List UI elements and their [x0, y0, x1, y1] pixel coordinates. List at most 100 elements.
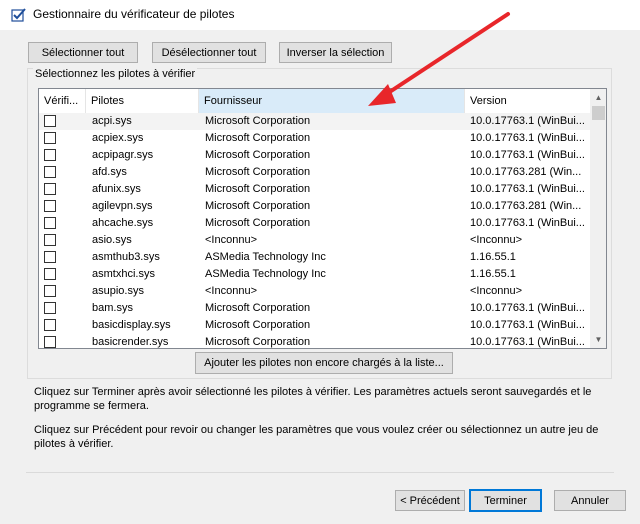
- verify-cell: [39, 130, 86, 147]
- finish-button[interactable]: Terminer: [469, 489, 542, 512]
- version-cell: 10.0.17763.1 (WinBui...: [470, 115, 585, 127]
- list-header: Vérifi... Pilotes Fournisseur Version: [39, 89, 590, 114]
- verify-checkbox[interactable]: [44, 319, 56, 331]
- table-row[interactable]: afunix.sys Microsoft Corporation 10.0.1776…: [39, 181, 590, 198]
- window-title: Gestionnaire du vérificateur de pilotes: [33, 7, 235, 21]
- verify-checkbox[interactable]: [44, 302, 56, 314]
- vendor-cell: ASMedia Technology Inc: [205, 268, 326, 280]
- verify-cell: [39, 317, 86, 334]
- driver-name-cell: basicrender.sys: [92, 336, 169, 348]
- driver-name-cell: basicdisplay.sys: [92, 319, 171, 331]
- vendor-cell: Microsoft Corporation: [205, 115, 311, 127]
- driver-name-cell: ahcache.sys: [92, 217, 154, 229]
- verify-checkbox[interactable]: [44, 115, 56, 127]
- cancel-button[interactable]: Annuler: [554, 490, 626, 511]
- driver-name-cell: asmtxhci.sys: [92, 268, 155, 280]
- driver-name-cell: afd.sys: [92, 166, 127, 178]
- vertical-scrollbar[interactable]: ▲ ▼: [590, 89, 606, 348]
- version-cell: 10.0.17763.1 (WinBui...: [470, 319, 585, 331]
- vendor-cell: Microsoft Corporation: [205, 200, 311, 212]
- version-cell: 10.0.17763.1 (WinBui...: [470, 149, 585, 161]
- driver-verifier-icon: [11, 8, 26, 22]
- vendor-cell: Microsoft Corporation: [205, 336, 311, 348]
- verify-cell: [39, 181, 86, 198]
- version-cell: 10.0.17763.1 (WinBui...: [470, 183, 585, 195]
- verify-checkbox[interactable]: [44, 200, 56, 212]
- table-row[interactable]: asmtxhci.sys ASMedia Technology Inc 1.16.5…: [39, 266, 590, 283]
- vendor-cell: ASMedia Technology Inc: [205, 251, 326, 263]
- table-row[interactable]: bam.sys Microsoft Corporation 10.0.17763.1…: [39, 300, 590, 317]
- list-rows: acpi.sys Microsoft Corporation 10.0.17763.…: [39, 113, 590, 348]
- footer-divider: [26, 472, 614, 473]
- table-row[interactable]: asupio.sys <Inconnu> <Inconnu>: [39, 283, 590, 300]
- version-cell: 10.0.17763.1 (WinBui...: [470, 302, 585, 314]
- scroll-up-icon[interactable]: ▲: [590, 89, 606, 106]
- vendor-cell: <Inconnu>: [205, 285, 257, 297]
- driver-name-cell: agilevpn.sys: [92, 200, 153, 212]
- verify-checkbox[interactable]: [44, 132, 56, 144]
- verify-checkbox[interactable]: [44, 166, 56, 178]
- previous-button[interactable]: < Précédent: [395, 490, 465, 511]
- driver-list[interactable]: Vérifi... Pilotes Fournisseur Version ac…: [38, 88, 607, 349]
- version-cell: 10.0.17763.1 (WinBui...: [470, 132, 585, 144]
- driver-name-cell: asupio.sys: [92, 285, 144, 297]
- verify-checkbox[interactable]: [44, 251, 56, 263]
- table-row[interactable]: agilevpn.sys Microsoft Corporation 10.0.17…: [39, 198, 590, 215]
- verify-cell: [39, 300, 86, 317]
- column-header-verify[interactable]: Vérifi...: [39, 89, 86, 113]
- column-header-drivers[interactable]: Pilotes: [86, 89, 199, 113]
- version-cell: 1.16.55.1: [470, 268, 516, 280]
- version-cell: 10.0.17763.1 (WinBui...: [470, 336, 585, 348]
- previous-instructions: Cliquez sur Précédent pour revoir ou cha…: [34, 424, 599, 450]
- vendor-cell: Microsoft Corporation: [205, 166, 311, 178]
- verify-cell: [39, 334, 86, 348]
- verify-checkbox[interactable]: [44, 183, 56, 195]
- verify-cell: [39, 113, 86, 130]
- verify-checkbox[interactable]: [44, 336, 56, 348]
- verify-cell: [39, 147, 86, 164]
- table-row[interactable]: ahcache.sys Microsoft Corporation 10.0.177…: [39, 215, 590, 232]
- table-row[interactable]: basicdisplay.sys Microsoft Corporation 10.…: [39, 317, 590, 334]
- driver-name-cell: acpipagr.sys: [92, 149, 154, 161]
- driver-name-cell: acpiex.sys: [92, 132, 144, 144]
- table-row[interactable]: acpipagr.sys Microsoft Corporation 10.0.17…: [39, 147, 590, 164]
- vendor-cell: Microsoft Corporation: [205, 132, 311, 144]
- verify-checkbox[interactable]: [44, 149, 56, 161]
- version-cell: <Inconnu>: [470, 234, 522, 246]
- table-row[interactable]: asmthub3.sys ASMedia Technology Inc 1.16.5…: [39, 249, 590, 266]
- verify-cell: [39, 164, 86, 181]
- verify-checkbox[interactable]: [44, 217, 56, 229]
- invert-selection-button[interactable]: Inverser la sélection: [279, 42, 392, 63]
- table-row[interactable]: acpi.sys Microsoft Corporation 10.0.17763.…: [39, 113, 590, 130]
- scroll-down-icon[interactable]: ▼: [590, 331, 606, 348]
- driver-name-cell: acpi.sys: [92, 115, 132, 127]
- verify-checkbox[interactable]: [44, 234, 56, 246]
- table-row[interactable]: acpiex.sys Microsoft Corporation 10.0.1776…: [39, 130, 590, 147]
- version-cell: 10.0.17763.281 (Win...: [470, 200, 582, 212]
- table-row[interactable]: basicrender.sys Microsoft Corporation 10.0…: [39, 334, 590, 348]
- deselect-all-button[interactable]: Désélectionner tout: [152, 42, 266, 63]
- scroll-thumb[interactable]: [592, 106, 605, 120]
- verify-cell: [39, 232, 86, 249]
- column-header-version[interactable]: Version: [465, 89, 590, 113]
- version-cell: 10.0.17763.281 (Win...: [470, 166, 582, 178]
- version-cell: 1.16.55.1: [470, 251, 516, 263]
- driver-name-cell: asio.sys: [92, 234, 132, 246]
- add-unloaded-drivers-button[interactable]: Ajouter les pilotes non encore chargés à…: [195, 352, 453, 374]
- vendor-cell: Microsoft Corporation: [205, 183, 311, 195]
- verify-cell: [39, 215, 86, 232]
- column-header-vendor[interactable]: Fournisseur: [199, 89, 465, 113]
- driver-name-cell: asmthub3.sys: [92, 251, 160, 263]
- driver-name-cell: afunix.sys: [92, 183, 141, 195]
- table-row[interactable]: asio.sys <Inconnu> <Inconnu>: [39, 232, 590, 249]
- verify-cell: [39, 266, 86, 283]
- version-cell: 10.0.17763.1 (WinBui...: [470, 217, 585, 229]
- verify-cell: [39, 198, 86, 215]
- vendor-cell: Microsoft Corporation: [205, 302, 311, 314]
- verify-checkbox[interactable]: [44, 285, 56, 297]
- table-row[interactable]: afd.sys Microsoft Corporation 10.0.17763.2…: [39, 164, 590, 181]
- verify-checkbox[interactable]: [44, 268, 56, 280]
- driver-name-cell: bam.sys: [92, 302, 133, 314]
- verify-cell: [39, 283, 86, 300]
- select-all-button[interactable]: Sélectionner tout: [28, 42, 138, 63]
